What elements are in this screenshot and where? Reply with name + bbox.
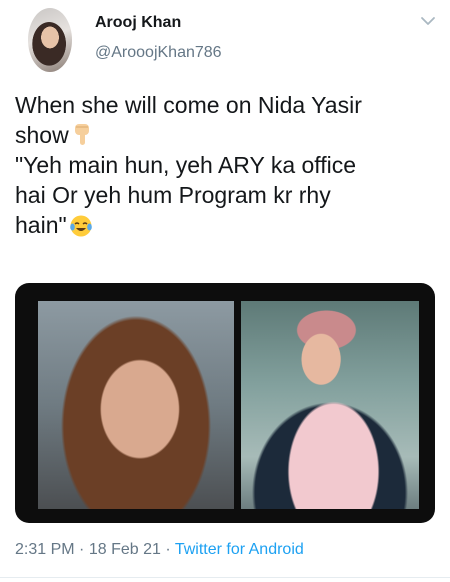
- tweet-text-line: "Yeh main hun, yeh ARY ka office: [15, 152, 357, 178]
- tweet-meta: 2:31 PM · 18 Feb 21 · Twitter for Androi…: [15, 541, 304, 559]
- meta-separator: ·: [79, 541, 85, 558]
- profile-avatar[interactable]: [28, 8, 72, 72]
- media-photo-left[interactable]: [38, 301, 234, 509]
- pointing-down-emoji: [74, 124, 89, 145]
- tweet-text-line: hai Or yeh hum Program kr rhy: [15, 182, 331, 208]
- tweet-time: 2:31 PM: [15, 541, 75, 558]
- tweet-source[interactable]: Twitter for Android: [175, 541, 304, 558]
- tweet-text-line: When she will come on Nida Yasir: [15, 92, 362, 118]
- media-photo-right[interactable]: [241, 301, 419, 509]
- meta-separator: ·: [165, 541, 171, 558]
- tweet-text: When she will come on Nida Yasir show "Y…: [15, 90, 435, 240]
- tweet-date: 18 Feb 21: [88, 541, 161, 558]
- tweet-media[interactable]: [15, 283, 435, 523]
- tweet-text-line: show: [15, 120, 435, 150]
- tears-of-joy-emoji: [69, 215, 92, 237]
- author-handle[interactable]: @ArooojKhan786: [95, 44, 222, 62]
- divider: [0, 577, 450, 578]
- author-name[interactable]: Arooj Khan: [95, 14, 181, 32]
- chevron-down-icon[interactable]: [419, 14, 437, 28]
- tweet-text-line: hain": [15, 210, 435, 240]
